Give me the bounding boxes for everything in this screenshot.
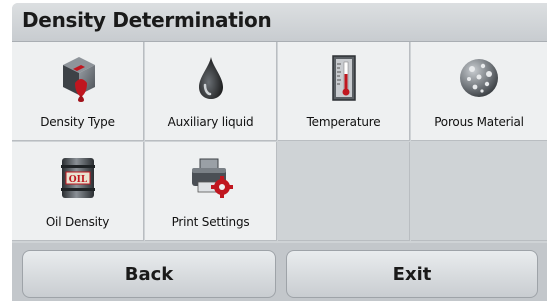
tile-label-oil-density: Oil Density <box>45 215 110 229</box>
back-button[interactable]: Back <box>22 250 276 298</box>
thermometer-icon <box>278 50 409 106</box>
page-title: Density Determination <box>22 8 272 32</box>
density-type-icon <box>12 50 143 106</box>
tile-label-auxiliary-liquid: Auxiliary liquid <box>167 115 254 129</box>
tile-label-density-type: Density Type <box>40 115 115 129</box>
menu-grid: Density Type Auxiliary liquid Temperatur… <box>12 42 547 243</box>
tile-label-print-settings: Print Settings <box>171 215 250 229</box>
oil-barrel-icon: OIL <box>12 150 143 206</box>
svg-text:OIL: OIL <box>68 175 87 185</box>
tile-print-settings[interactable]: Print Settings <box>145 142 277 241</box>
empty-tile <box>278 142 410 241</box>
tile-density-type[interactable]: Density Type <box>12 42 144 141</box>
button-bar: Back Exit <box>12 243 547 301</box>
printer-settings-icon <box>145 150 276 206</box>
tile-oil-density[interactable]: OIL Oil Density <box>12 142 144 241</box>
tile-temperature[interactable]: Temperature <box>278 42 410 141</box>
liquid-drop-icon <box>145 50 276 106</box>
tile-auxiliary-liquid[interactable]: Auxiliary liquid <box>145 42 277 141</box>
porous-rock-icon <box>411 50 547 106</box>
empty-tile <box>411 142 547 241</box>
tile-porous-material[interactable]: Porous Material <box>411 42 547 141</box>
title-bar: Density Determination <box>12 3 547 42</box>
tile-label-temperature: Temperature <box>306 115 381 129</box>
exit-button[interactable]: Exit <box>286 250 538 298</box>
tile-label-porous-material: Porous Material <box>434 115 524 129</box>
density-determination-screen: Density Determination Density Type Auxil… <box>12 3 547 301</box>
